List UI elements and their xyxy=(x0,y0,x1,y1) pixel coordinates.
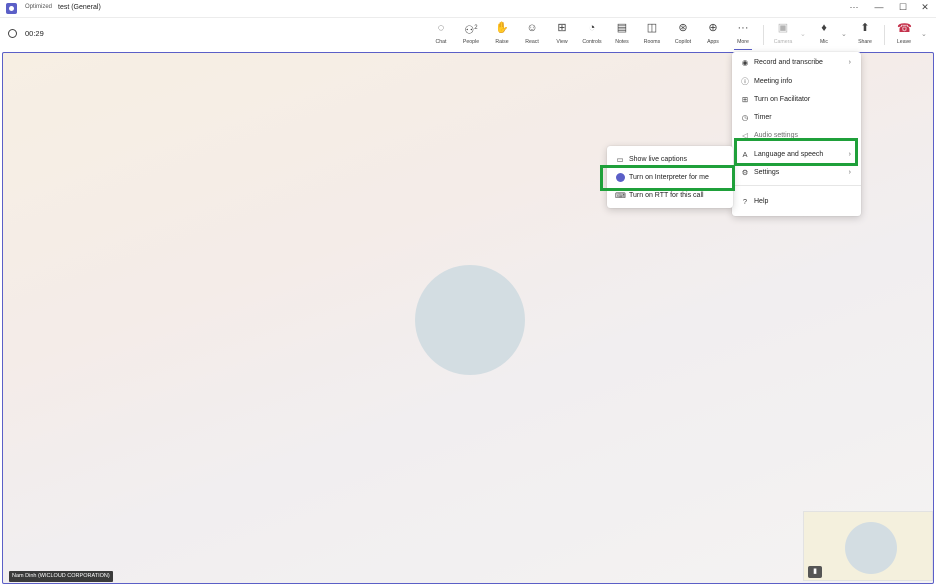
rooms-icon: ◫ xyxy=(646,22,658,34)
more-icon: ··· xyxy=(737,22,749,34)
hand-icon: ✋ xyxy=(495,22,509,34)
share-button[interactable]: ⬆ Share xyxy=(850,21,880,49)
teams-logo-icon xyxy=(6,3,17,14)
phone-hangup-icon: ☎ xyxy=(897,21,912,35)
chat-icon: ◌ xyxy=(437,22,445,34)
mic-icon: ♦ xyxy=(821,22,827,34)
highlight-box xyxy=(600,165,735,191)
menu-item-record-and-transcribe[interactable]: ◉ Record and transcribe › xyxy=(732,54,861,71)
meeting-title: test (General) xyxy=(58,4,101,11)
more-button[interactable]: ··· More xyxy=(728,21,758,50)
maximize-icon[interactable]: ☐ xyxy=(896,2,910,13)
people-icon: ⚇2 xyxy=(464,24,478,37)
info-icon: ⓘ xyxy=(741,77,749,86)
call-timer: 00:29 xyxy=(25,29,44,38)
toolbar-divider xyxy=(884,25,885,45)
chat-button[interactable]: ◌ Chat xyxy=(426,21,456,49)
smiley-icon: ☺ xyxy=(526,22,538,34)
menu-item-settings[interactable]: ⚙ Settings › xyxy=(732,164,861,181)
controls-icon: ◔ xyxy=(588,22,596,34)
self-avatar xyxy=(845,522,897,574)
apps-button[interactable]: ⊕ Apps xyxy=(698,21,728,49)
menu-item-help[interactable]: ? Help xyxy=(732,193,861,210)
highlight-box xyxy=(734,138,858,166)
raise-hand-button[interactable]: ✋ Raise xyxy=(487,21,517,49)
menu-item-timer[interactable]: ◷ Timer xyxy=(732,109,861,126)
chevron-right-icon: › xyxy=(848,169,851,176)
camera-button[interactable]: ▣ Camera xyxy=(768,21,798,49)
camera-options-chevron-icon[interactable]: ⌄ xyxy=(800,30,806,38)
notes-button[interactable]: ▤ Notes xyxy=(607,21,637,49)
leave-options-chevron-icon[interactable]: ⌄ xyxy=(921,30,927,38)
menu-item-meeting-info[interactable]: ⓘ Meeting info xyxy=(732,73,861,90)
toolbar-divider xyxy=(763,25,764,45)
chevron-right-icon: › xyxy=(848,59,851,66)
menu-item-turn-on-facilitator[interactable]: ⊞ Turn on Facilitator xyxy=(732,91,861,108)
notes-icon: ▤ xyxy=(616,22,628,34)
participant-avatar xyxy=(415,265,525,375)
shield-icon xyxy=(8,29,17,38)
grid-icon: ⊞ xyxy=(557,22,567,34)
performance-status: Optimized xyxy=(25,4,53,10)
help-icon: ? xyxy=(742,197,748,206)
mic-button[interactable]: ♦ Mic xyxy=(809,21,839,49)
copilot-icon: ⊛ xyxy=(678,22,688,34)
more-menu: ◉ Record and transcribe › ⓘ Meeting info… xyxy=(732,52,861,216)
people-button[interactable]: ⚇2 People xyxy=(456,21,486,49)
view-button[interactable]: ⊞ View xyxy=(547,21,577,49)
title-bar: Optimized test (General) ··· — ☐ ✕ xyxy=(0,0,936,18)
controls-button[interactable]: ◔ Controls xyxy=(577,21,607,49)
apps-icon: ⊕ xyxy=(708,22,718,34)
minimize-icon[interactable]: — xyxy=(872,2,886,12)
record-icon: ◉ xyxy=(741,58,749,67)
camera-off-icon: ▣ xyxy=(777,22,789,34)
copilot-button[interactable]: ⊛ Copilot xyxy=(668,21,698,49)
window-more-icon[interactable]: ··· xyxy=(847,2,861,12)
facilitator-icon: ⊞ xyxy=(741,95,749,104)
menu-divider xyxy=(732,185,861,186)
participant-nameplate: Nam Dinh (WICLOUD CORPORATION) xyxy=(9,571,113,582)
self-view-tile[interactable]: ▮ xyxy=(803,511,933,581)
rooms-button[interactable]: ◫ Rooms xyxy=(637,21,667,49)
gear-icon: ⚙ xyxy=(741,168,749,177)
signal-icon[interactable]: ▮ xyxy=(808,566,822,578)
react-button[interactable]: ☺ React xyxy=(517,21,547,49)
share-icon: ⬆ xyxy=(860,22,870,34)
timer-icon: ◷ xyxy=(741,113,749,122)
mic-options-chevron-icon[interactable]: ⌄ xyxy=(841,30,847,38)
leave-button[interactable]: ☎ Leave xyxy=(889,21,919,49)
meeting-toolbar: 00:29 ◌ Chat ⚇2 People ✋ Raise ☺ React ⊞… xyxy=(0,18,936,51)
close-icon[interactable]: ✕ xyxy=(918,2,932,13)
